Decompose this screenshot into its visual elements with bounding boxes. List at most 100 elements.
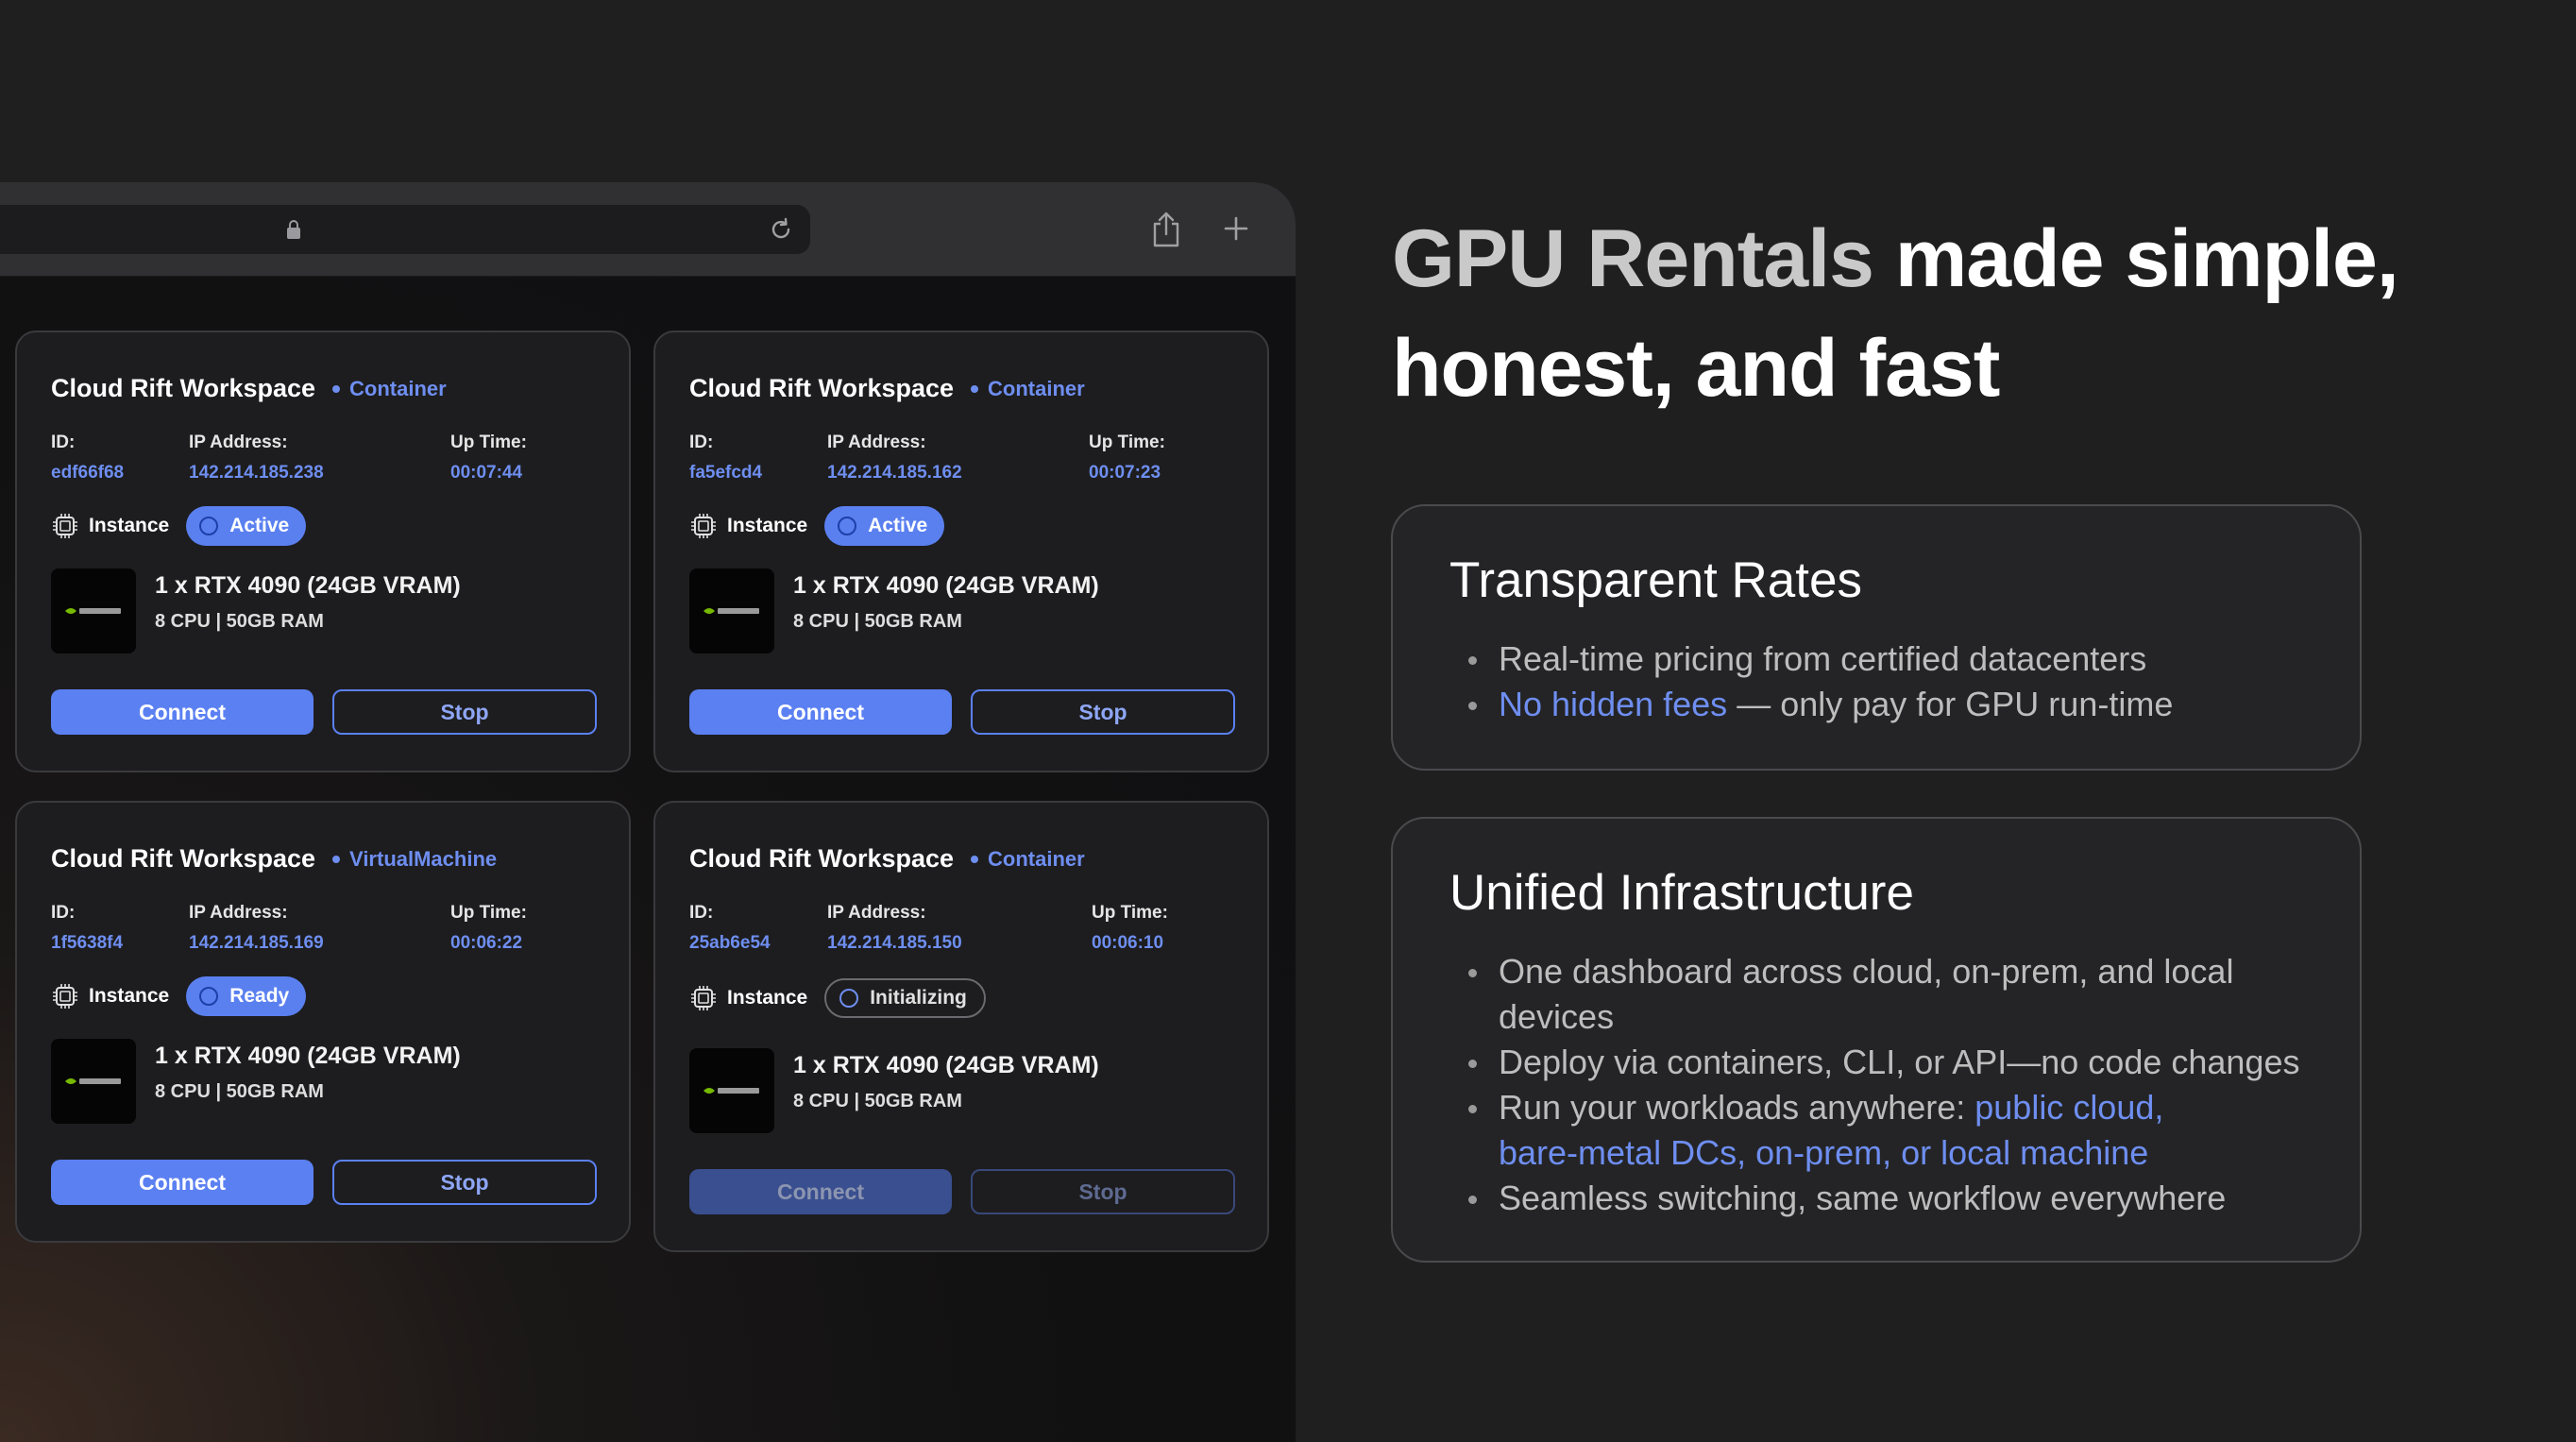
- status-text: Active: [229, 515, 290, 536]
- no-hidden-fees-link[interactable]: No hidden fees: [1499, 685, 1727, 723]
- workspace-type: Container: [988, 846, 1085, 871]
- nvidia-logo-icon: [689, 1048, 774, 1133]
- type-dot: [971, 855, 979, 863]
- ip-label: IP Address:: [189, 903, 288, 923]
- type-dot: [971, 384, 979, 393]
- list-item: One dashboard across cloud, on-prem, and…: [1468, 949, 2299, 1040]
- list-item: No hidden fees — only pay for GPU run-ti…: [1468, 682, 2173, 727]
- workspace-type: Container: [988, 376, 1085, 400]
- connect-button[interactable]: Connect: [689, 689, 952, 735]
- workspace-type: VirtualMachine: [349, 846, 498, 871]
- workspace-title: Cloud Rift Workspace: [51, 374, 316, 402]
- uptime-label: Up Time:: [1092, 903, 1168, 923]
- lock-icon: [287, 220, 300, 239]
- status-text: Ready: [229, 985, 290, 1007]
- workspace-title: Cloud Rift Workspace: [689, 374, 955, 402]
- headline-line1: made simple,: [1873, 213, 2399, 304]
- status-ring-icon: [199, 987, 219, 1006]
- status-text: Initializing: [870, 987, 967, 1009]
- status-badge: Active: [824, 506, 945, 546]
- ip-label: IP Address:: [827, 903, 926, 923]
- gpu-name: 1 x RTX 4090 (24GB VRAM): [155, 572, 461, 599]
- chip-icon: [53, 514, 77, 538]
- stop-button[interactable]: Stop: [332, 689, 597, 735]
- feature-title: Transparent Rates: [1449, 552, 1862, 608]
- stop-button[interactable]: Stop: [332, 1160, 597, 1205]
- address-bar[interactable]: [0, 205, 810, 254]
- chip-icon: [53, 984, 77, 1009]
- id-label: ID:: [689, 433, 714, 452]
- status-ring-icon: [839, 989, 859, 1008]
- feature-list: One dashboard across cloud, on-prem, and…: [1468, 949, 2299, 1221]
- connect-button[interactable]: Connect: [689, 1169, 952, 1214]
- workspace-title: Cloud Rift Workspace: [51, 844, 316, 873]
- list-item: Real-time pricing from certified datacen…: [1468, 636, 2173, 682]
- feature-title: Unified Infrastructure: [1449, 865, 1914, 921]
- type-dot: [332, 384, 341, 393]
- ip-value: 142.214.185.169: [189, 933, 324, 953]
- ip-label: IP Address:: [827, 433, 926, 452]
- id-value: edf66f68: [51, 463, 125, 483]
- uptime-value: 00:07:23: [1089, 463, 1161, 483]
- nvidia-logo-icon: [689, 568, 774, 653]
- headline-muted: GPU Rentals: [1392, 213, 1874, 304]
- share-icon[interactable]: [1150, 211, 1182, 248]
- deployment-targets-link[interactable]: bare-metal DCs, on-prem, or local machin…: [1499, 1130, 2299, 1176]
- status-ring-icon: [199, 517, 219, 535]
- connect-button[interactable]: Connect: [51, 689, 314, 735]
- feature-list: Real-time pricing from certified datacen…: [1468, 636, 2173, 727]
- workspace-title: Cloud Rift Workspace: [689, 844, 955, 873]
- instance-label: Instance: [89, 515, 170, 536]
- status-text: Active: [868, 515, 928, 536]
- nvidia-logo-icon: [51, 568, 136, 653]
- uptime-label: Up Time:: [450, 903, 527, 923]
- gpu-spec: 8 CPU | 50GB RAM: [155, 1081, 324, 1102]
- workspace-dashboard: Cloud Rift Workspace Container ID: edf66…: [0, 277, 1296, 1442]
- public-cloud-link[interactable]: public cloud,: [1974, 1088, 2163, 1127]
- gpu-name: 1 x RTX 4090 (24GB VRAM): [793, 572, 1099, 599]
- instance-label: Instance: [727, 987, 808, 1009]
- workspace-card: Cloud Rift Workspace Container ID: edf66…: [15, 331, 631, 772]
- ip-value: 142.214.185.238: [189, 463, 324, 483]
- workspace-type: Container: [349, 376, 447, 400]
- page-headline: GPU Rentals made simple, honest, and fas…: [1392, 204, 2525, 423]
- gpu-spec: 8 CPU | 50GB RAM: [793, 611, 962, 632]
- gpu-spec: 8 CPU | 50GB RAM: [793, 1091, 962, 1111]
- connect-button[interactable]: Connect: [51, 1160, 314, 1205]
- ip-label: IP Address:: [189, 433, 288, 452]
- chip-icon: [691, 986, 716, 1010]
- page: Cloud Rift Workspace Container ID: edf66…: [0, 0, 2576, 1442]
- list-item: Run your workloads anywhere: public clou…: [1468, 1085, 2299, 1176]
- status-badge: Initializing: [824, 978, 986, 1018]
- workspace-card: Cloud Rift Workspace Container ID: fa5ef…: [653, 331, 1269, 772]
- feature-card-unified-infrastructure: Unified Infrastructure One dashboard acr…: [1391, 817, 2362, 1263]
- ip-value: 142.214.185.150: [827, 933, 962, 953]
- id-label: ID:: [689, 903, 714, 923]
- uptime-value: 00:07:44: [450, 463, 523, 483]
- list-item: Deploy via containers, CLI, or API—no co…: [1468, 1040, 2299, 1085]
- uptime-value: 00:06:22: [450, 933, 523, 953]
- feature-card-transparent-rates: Transparent Rates Real-time pricing from…: [1391, 504, 2362, 771]
- gpu-name: 1 x RTX 4090 (24GB VRAM): [793, 1052, 1099, 1078]
- reload-icon[interactable]: [768, 216, 794, 243]
- id-label: ID:: [51, 433, 76, 452]
- ip-value: 142.214.185.162: [827, 463, 962, 483]
- stop-button[interactable]: Stop: [971, 689, 1235, 735]
- instance-label: Instance: [727, 515, 808, 536]
- status-ring-icon: [838, 517, 857, 535]
- browser-window: Cloud Rift Workspace Container ID: edf66…: [0, 182, 1296, 1442]
- status-badge: Active: [186, 506, 307, 546]
- chip-icon: [691, 514, 716, 538]
- workspace-card: Cloud Rift Workspace VirtualMachine ID: …: [15, 801, 631, 1243]
- uptime-label: Up Time:: [1089, 433, 1165, 452]
- browser-toolbar: [0, 182, 1296, 277]
- workspace-card: Cloud Rift Workspace Container ID: 25ab6…: [653, 801, 1269, 1252]
- status-badge: Ready: [186, 976, 307, 1016]
- type-dot: [332, 855, 341, 863]
- instance-label: Instance: [89, 985, 170, 1007]
- nvidia-logo-icon: [51, 1039, 136, 1124]
- plus-icon[interactable]: [1222, 214, 1250, 243]
- list-item: Seamless switching, same workflow everyw…: [1468, 1176, 2299, 1221]
- stop-button[interactable]: Stop: [971, 1169, 1235, 1214]
- id-value: fa5efcd4: [689, 463, 763, 483]
